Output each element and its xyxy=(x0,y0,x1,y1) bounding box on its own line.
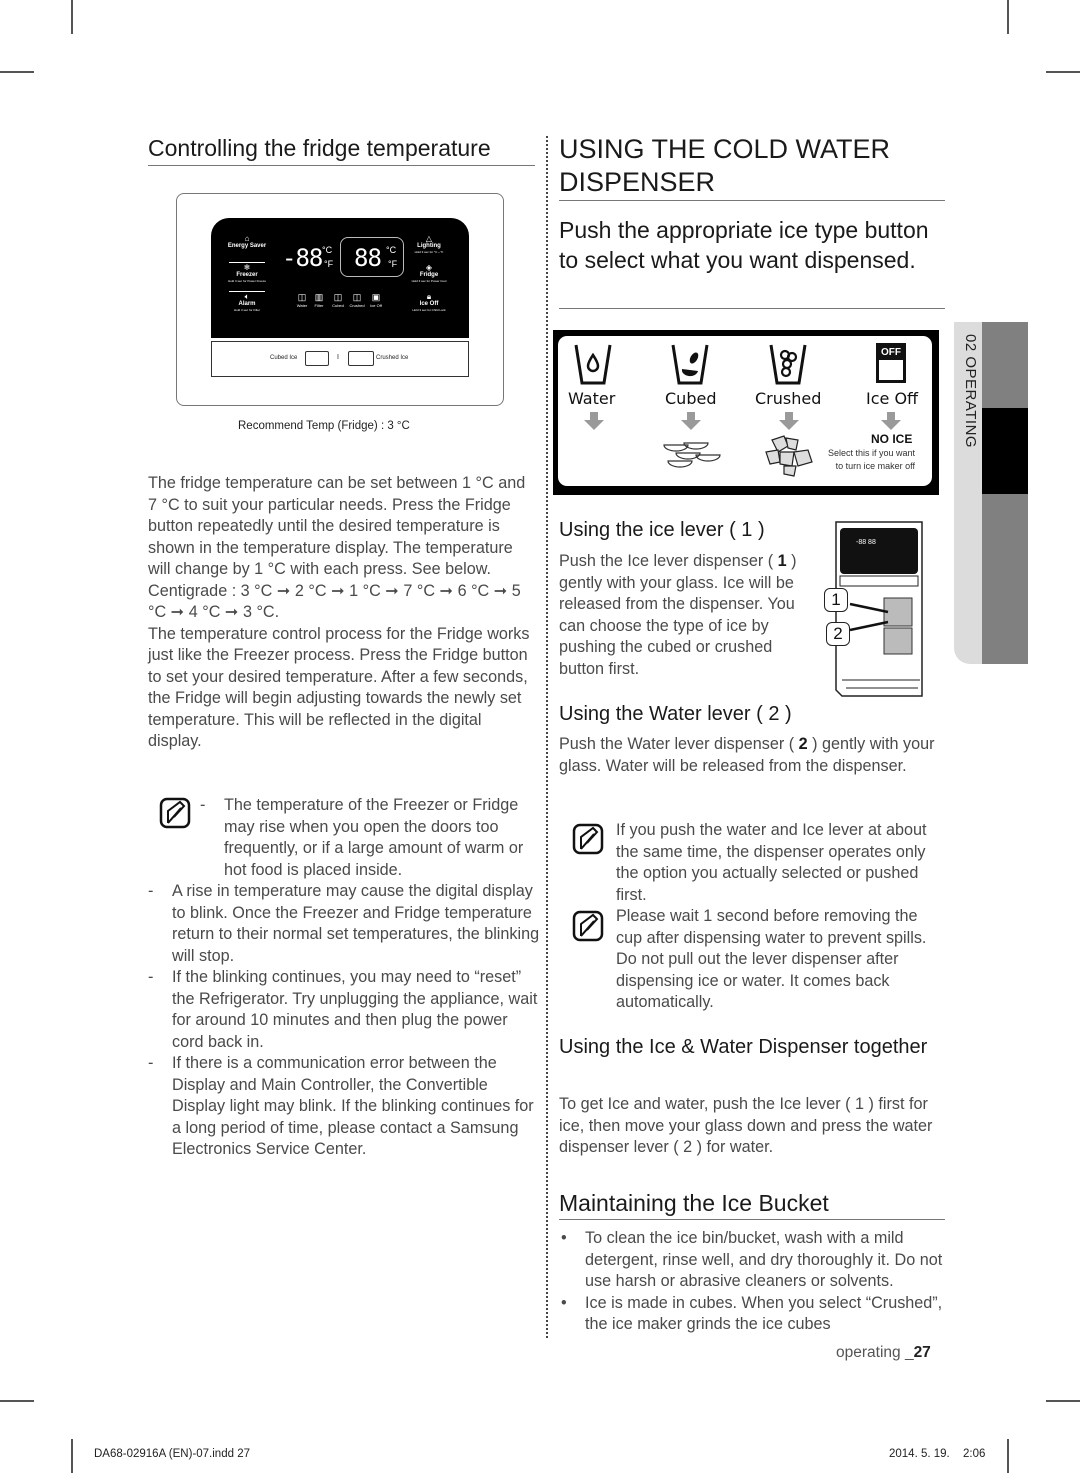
cubed-glass-icon xyxy=(671,344,709,385)
crop-mark xyxy=(0,71,34,73)
lighting-icon: △ xyxy=(425,234,433,243)
centigrade-sequence: Centigrade : 3 °C ➞ 2 °C ➞ 1 °C ➞ 7 °C ➞… xyxy=(148,581,521,622)
option-label-cubed: Cubed xyxy=(665,389,717,408)
freezer-unit-f: °F xyxy=(324,259,334,269)
together-text: To get Ice and water, push the Ice lever… xyxy=(559,1095,933,1156)
crop-mark xyxy=(1046,71,1080,73)
note-icon xyxy=(572,910,604,942)
svg-text:-88 88: -88 88 xyxy=(856,539,876,546)
note-lever-order: If you push the water and Ice lever at a… xyxy=(616,821,927,904)
crop-mark xyxy=(71,1439,73,1473)
down-arrow-icon xyxy=(584,412,604,430)
freezer-icon: ❄ xyxy=(243,263,251,272)
mode-icon-water: ◫ Water xyxy=(296,292,308,308)
note-item: The temperature of the Freezer or Fridge… xyxy=(200,795,540,881)
crop-mark xyxy=(1046,1400,1080,1402)
fridge-unit-c: °C xyxy=(386,245,397,255)
dispenser-subheading: Push the appropriate ice type button to … xyxy=(559,217,929,273)
water-lever-heading: Using the Water lever ( 2 ) xyxy=(559,703,792,725)
ice-bucket-list: • To clean the ice bin/bucket, wash with … xyxy=(559,1228,944,1336)
fridge-temp-body: The fridge temperature can be set betwee… xyxy=(148,473,538,753)
intro-paragraph: The fridge temperature can be set betwee… xyxy=(148,474,526,578)
note-icon xyxy=(572,823,604,855)
ice-lever-text: Push the Ice lever dispenser ( 1 ) gentl… xyxy=(559,552,797,678)
cubed-ice-button[interactable] xyxy=(305,351,329,366)
callout-1: 1 xyxy=(824,588,848,612)
water-lever-text: Push the Water lever dispenser ( 2 ) gen… xyxy=(559,735,935,775)
bullet-item: • Ice is made in cubes. When you select “… xyxy=(561,1293,943,1334)
crushed-ice-button[interactable] xyxy=(348,351,374,366)
title-rule xyxy=(559,200,945,201)
cubed-ice-label: Cubed Ice xyxy=(270,355,298,361)
freezer-unit-c: °C xyxy=(322,245,333,255)
ice-select-separator: I xyxy=(337,354,339,361)
ice-off-icon: OFF xyxy=(876,343,906,383)
note-item: If the blinking continues, you may need … xyxy=(148,967,540,1053)
down-arrow-icon xyxy=(681,412,701,430)
slug-time: 2:06 xyxy=(963,1448,986,1460)
bullet-item: • To clean the ice bin/bucket, wash with … xyxy=(561,1229,943,1290)
fridge-temp-display: 88 xyxy=(354,244,382,272)
mode-icon-filter: ▥ Filter xyxy=(314,292,324,308)
fridge-unit-f: °F xyxy=(388,259,398,269)
panel-label-ice-off: 🔒︎ Ice Off Hold 3 sec for Child Lock xyxy=(412,292,446,313)
mode-icon-ice-off: ▣ Ice Off xyxy=(370,292,382,308)
option-label-water: Water xyxy=(568,389,616,408)
panel-ice-select-strip xyxy=(211,341,469,377)
crushed-glass-icon xyxy=(769,344,807,385)
panel-label-fridge: ◈ Fridge Hold 3 sec for Power Cool xyxy=(411,263,447,284)
page-number: 27 xyxy=(913,1344,931,1361)
no-ice-title: NO ICE xyxy=(871,432,913,446)
chapter-tab-marker xyxy=(982,408,1028,494)
mode-icon-crushed: ◫ Crushed xyxy=(349,292,365,308)
figure-caption: Recommend Temp (Fridge) : 3 °C xyxy=(238,420,410,432)
cubed-ice-illustration xyxy=(663,442,721,468)
chapter-tab-label: 02 OPERATING xyxy=(962,334,979,449)
slug-file: DA68-02916A (EN)-07.indd 27 xyxy=(94,1448,250,1460)
panel-label-lighting: △ Lighting Hold 3 sec for °C↔°F xyxy=(414,234,444,255)
crushed-ice-label: Crushed Ice xyxy=(376,355,409,361)
crop-mark xyxy=(0,1400,34,1402)
note-item: A rise in temperature may cause the digi… xyxy=(148,881,540,967)
no-ice-caption: Select this if you want to turn ice make… xyxy=(827,448,915,471)
energy-saver-icon: ⌂ xyxy=(244,234,250,243)
fridge-icon: ◈ xyxy=(425,263,433,272)
slug-date: 2014. 5. 19. xyxy=(889,1448,950,1460)
option-label-crushed: Crushed xyxy=(755,389,822,408)
note-wait: Please wait 1 second before removing the… xyxy=(616,907,927,1011)
ice-bucket-rule xyxy=(559,1219,945,1220)
crop-mark xyxy=(1007,1439,1009,1473)
panel-label-alarm: 🔈︎ Alarm Hold 3 sec for Filter xyxy=(233,292,260,313)
freezer-temp-display: -88 xyxy=(282,244,323,272)
mode-icon-cubed: ◫ Cubed xyxy=(332,292,344,308)
page-footer: operating _27 xyxy=(836,1344,931,1362)
alarm-icon: 🔈︎ xyxy=(244,292,250,301)
column-divider xyxy=(546,136,548,1338)
panel-label-freezer: ❄ Freezer Hold 3 sec for Power Freeze xyxy=(227,263,266,284)
crop-mark xyxy=(1007,0,1009,34)
water-glass-icon xyxy=(574,344,612,385)
ice-bucket-heading: Maintaining the Ice Bucket xyxy=(559,1190,829,1216)
down-arrow-icon xyxy=(779,412,799,430)
footer-section: operating _ xyxy=(836,1344,914,1361)
callout-2: 2 xyxy=(826,622,850,646)
option-label-ice-off: Ice Off xyxy=(866,389,919,408)
down-arrow-icon xyxy=(881,412,901,430)
ice-lever-heading: Using the ice lever ( 1 ) xyxy=(559,519,765,541)
note-item: If there is a communication error betwee… xyxy=(148,1053,540,1161)
heading-rule xyxy=(148,165,535,166)
crop-mark xyxy=(71,0,73,34)
together-heading: Using the Ice & Water Dispenser together xyxy=(559,1036,928,1058)
subheading-rule xyxy=(559,308,945,309)
process-paragraph: The temperature control process for the … xyxy=(148,624,530,751)
section-heading-fridge-temp: Controlling the fridge temperature xyxy=(148,135,491,161)
lock-icon: 🔒︎ xyxy=(426,292,432,301)
page-title: USING THE COLD WATER DISPENSER xyxy=(559,134,891,197)
panel-label-energy-saver: ⌂ Energy Saver xyxy=(227,234,267,250)
left-notes: The temperature of the Freezer or Fridge… xyxy=(148,795,540,1161)
